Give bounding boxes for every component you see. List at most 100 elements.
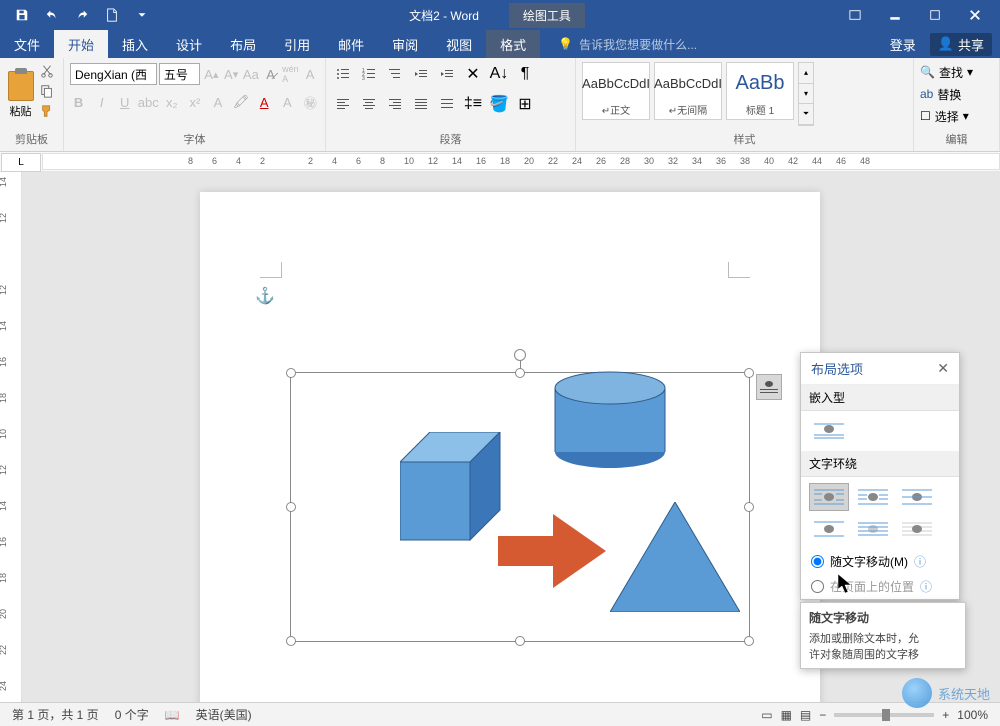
char-border-button[interactable]: A <box>301 64 319 84</box>
strikethrough-button[interactable]: abc <box>139 92 157 112</box>
styles-gallery-more[interactable]: ▴▾⏷ <box>798 62 814 126</box>
tab-layout[interactable]: 布局 <box>216 30 270 58</box>
zoom-in-button[interactable]: + <box>942 708 949 722</box>
redo-button[interactable] <box>68 1 96 29</box>
language-status[interactable]: 英语(美国) <box>196 706 252 723</box>
tab-format[interactable]: 格式 <box>486 30 540 58</box>
superscript-button[interactable]: x² <box>186 92 203 112</box>
line-spacing-button[interactable]: ‡≡ <box>462 94 484 114</box>
info-icon[interactable]: ⓘ <box>914 553 926 570</box>
tab-file[interactable]: 文件 <box>0 30 54 58</box>
move-with-text-radio[interactable]: 随文字移动(M) ⓘ <box>801 549 959 574</box>
multilevel-list-button[interactable] <box>384 64 406 84</box>
enclose-char-button[interactable]: ㊙ <box>302 92 319 112</box>
text-direction-button[interactable]: ✕ <box>462 64 484 84</box>
zoom-thumb[interactable] <box>882 709 890 721</box>
tab-mailings[interactable]: 邮件 <box>324 30 378 58</box>
resize-handle-nw[interactable] <box>286 368 296 378</box>
login-button[interactable]: 登录 <box>880 35 926 54</box>
resize-handle-e[interactable] <box>744 502 754 512</box>
horizontal-ruler[interactable]: L 86422468101214161820222426283032343638… <box>0 152 1000 172</box>
ribbon-display-button[interactable] <box>838 3 872 27</box>
change-case-button[interactable]: Aa <box>242 64 260 84</box>
find-button[interactable]: 🔍 查找 ▾ <box>920 62 993 82</box>
wrap-tight[interactable] <box>853 483 893 511</box>
zoom-level[interactable]: 100% <box>957 708 988 722</box>
wrap-inline[interactable] <box>809 417 849 445</box>
triangle-shape[interactable] <box>610 502 740 612</box>
tab-design[interactable]: 设计 <box>162 30 216 58</box>
new-doc-button[interactable] <box>98 1 126 29</box>
show-marks-button[interactable]: ¶ <box>514 64 536 84</box>
web-layout-button[interactable]: ▤ <box>800 708 811 722</box>
text-effects-button[interactable]: A <box>209 92 226 112</box>
shrink-font-button[interactable]: A▾ <box>222 64 240 84</box>
style-normal[interactable]: AaBbCcDdI ↵正文 <box>582 62 650 120</box>
maximize-button[interactable] <box>918 3 952 27</box>
vertical-ruler[interactable]: 1412121416181012141618202224 <box>0 172 22 702</box>
style-heading1[interactable]: AaBb 标题 1 <box>726 62 794 120</box>
wrap-square[interactable] <box>809 483 849 511</box>
tab-home[interactable]: 开始 <box>54 30 108 58</box>
undo-button[interactable] <box>38 1 66 29</box>
tab-review[interactable]: 审阅 <box>378 30 432 58</box>
cut-button[interactable] <box>37 62 57 80</box>
page-status[interactable]: 第 1 页，共 1 页 <box>12 706 99 723</box>
decrease-indent-button[interactable] <box>410 64 432 84</box>
share-button[interactable]: 👤 共享 <box>930 33 992 56</box>
page[interactable]: ⚓ <box>200 192 820 702</box>
font-name-combo[interactable]: DengXian (西 <box>70 63 157 85</box>
paste-button[interactable]: 粘贴 <box>6 62 35 128</box>
align-left-button[interactable] <box>332 94 354 114</box>
info-icon[interactable]: ⓘ <box>920 578 932 595</box>
spellcheck-icon[interactable]: 📖 <box>165 708 180 722</box>
grow-font-button[interactable]: A▴ <box>202 64 220 84</box>
underline-button[interactable]: U <box>116 92 133 112</box>
resize-handle-w[interactable] <box>286 502 296 512</box>
tell-me-search[interactable]: 💡 告诉我您想要做什么... <box>540 30 880 58</box>
fix-on-page-input[interactable] <box>811 580 824 593</box>
zoom-slider[interactable] <box>834 713 934 717</box>
phonetic-guide-button[interactable]: wénA <box>281 64 299 84</box>
tab-selector[interactable]: L <box>1 153 41 172</box>
zoom-out-button[interactable]: − <box>819 708 826 722</box>
fix-on-page-radio[interactable]: 在页面上的位置 ⓘ <box>801 574 959 599</box>
bold-button[interactable]: B <box>70 92 87 112</box>
resize-handle-s[interactable] <box>515 636 525 646</box>
wrap-front[interactable] <box>897 515 937 543</box>
qat-more-button[interactable] <box>128 1 156 29</box>
format-painter-button[interactable] <box>37 102 57 120</box>
distribute-button[interactable] <box>436 94 458 114</box>
clear-format-button[interactable]: A̷ <box>262 64 280 84</box>
wrap-topbottom[interactable] <box>809 515 849 543</box>
replace-button[interactable]: ab 替换 <box>920 84 993 104</box>
font-color-button[interactable]: A <box>256 92 273 112</box>
tab-references[interactable]: 引用 <box>270 30 324 58</box>
increase-indent-button[interactable] <box>436 64 458 84</box>
wrap-behind[interactable] <box>853 515 893 543</box>
bullets-button[interactable] <box>332 64 354 84</box>
align-right-button[interactable] <box>384 94 406 114</box>
char-shading-button[interactable]: A <box>279 92 296 112</box>
tab-insert[interactable]: 插入 <box>108 30 162 58</box>
shading-button[interactable]: 🪣 <box>488 94 510 114</box>
borders-button[interactable]: ⊞ <box>514 94 536 114</box>
move-with-text-input[interactable] <box>811 555 824 568</box>
justify-button[interactable] <box>410 94 432 114</box>
layout-popup-close[interactable]: ✕ <box>937 360 949 377</box>
rotation-handle[interactable] <box>514 349 526 361</box>
align-center-button[interactable] <box>358 94 380 114</box>
copy-button[interactable] <box>37 82 57 100</box>
layout-options-button[interactable] <box>756 374 782 400</box>
word-count[interactable]: 0 个字 <box>115 706 149 723</box>
close-button[interactable] <box>958 3 992 27</box>
minimize-button[interactable] <box>878 3 912 27</box>
tab-view[interactable]: 视图 <box>432 30 486 58</box>
sort-button[interactable]: A↓ <box>488 64 510 84</box>
cylinder-shape[interactable] <box>550 370 670 470</box>
highlight-button[interactable]: 🖍 <box>233 92 250 112</box>
font-size-combo[interactable]: 五号 <box>159 63 201 85</box>
select-button[interactable]: ☐ 选择 ▾ <box>920 106 993 126</box>
cube-shape[interactable] <box>400 432 510 542</box>
style-no-spacing[interactable]: AaBbCcDdI ↵无间隔 <box>654 62 722 120</box>
